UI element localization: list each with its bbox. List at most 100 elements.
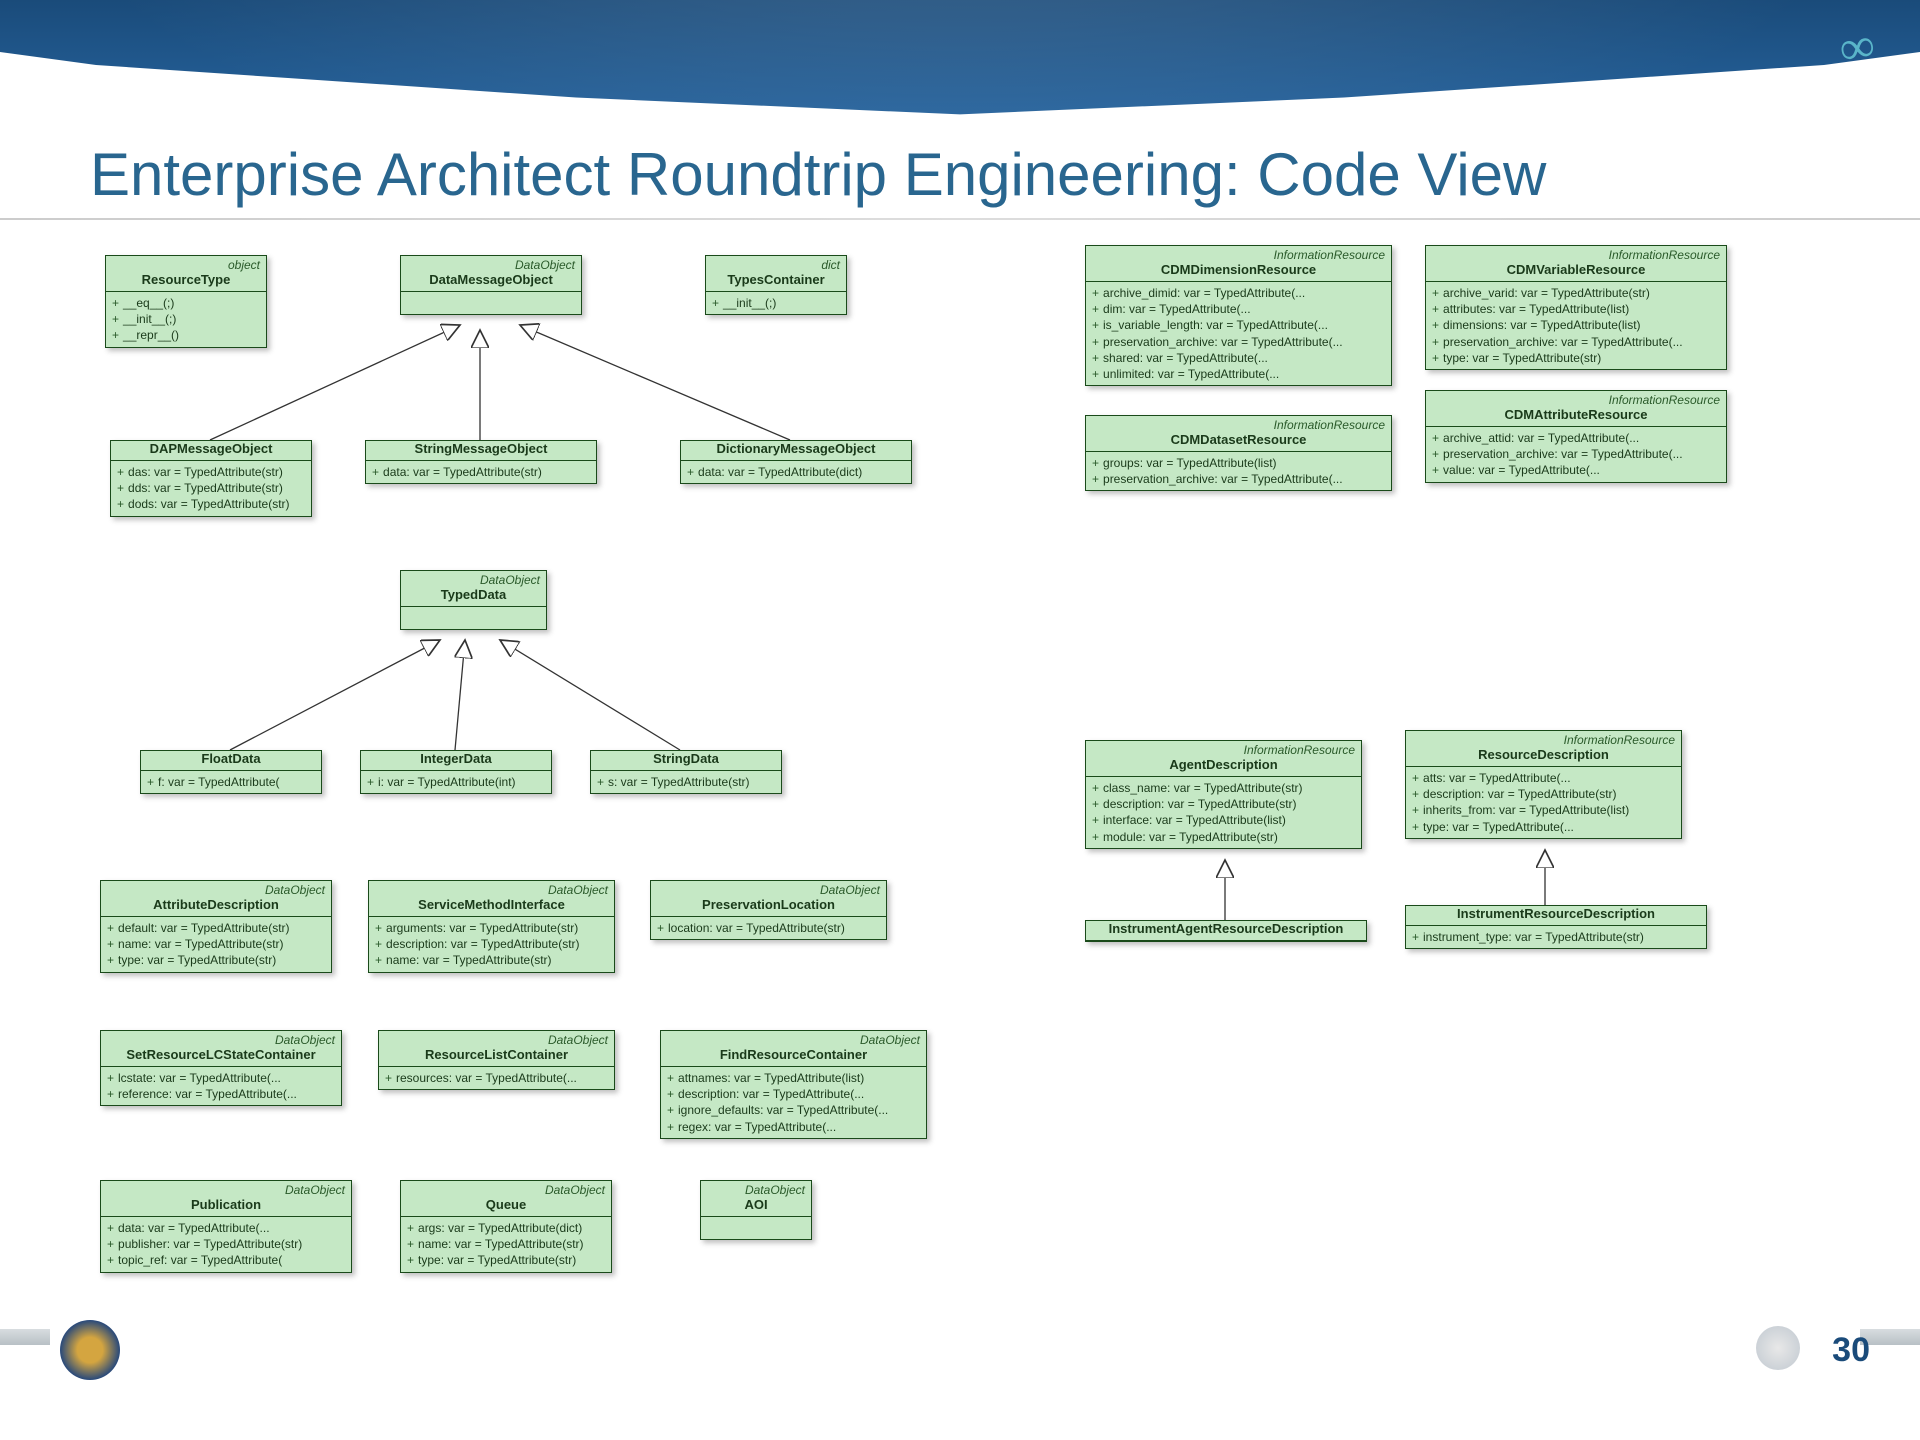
attributes: +i: var = TypedAttribute(int) — [361, 771, 551, 793]
uml-class-TypesContainer[interactable]: dictTypesContainer+__init__(;) — [705, 255, 847, 315]
title-underline — [0, 218, 1920, 220]
attributes: +__init__(;) — [706, 292, 846, 314]
stereotype: DataObject — [661, 1031, 926, 1047]
uml-class-CDMVariableResource[interactable]: InformationResourceCDMVariableResource+a… — [1425, 245, 1727, 370]
seal-icon — [60, 1320, 120, 1380]
class-name: CDMAttributeResource — [1426, 407, 1726, 427]
attributes: +f: var = TypedAttribute( — [141, 771, 321, 793]
uml-class-SetResourceLCStateContainer[interactable]: DataObjectSetResourceLCStateContainer+lc… — [100, 1030, 342, 1106]
class-name: ResourceDescription — [1406, 747, 1681, 767]
uml-class-TypedData[interactable]: DataObjectTypedData — [400, 570, 547, 630]
class-name: TypesContainer — [706, 272, 846, 292]
uml-class-AttributeDescription[interactable]: DataObjectAttributeDescription+default: … — [100, 880, 332, 973]
stereotype: DataObject — [379, 1031, 614, 1047]
class-name: FloatData — [141, 751, 321, 771]
class-name: ServiceMethodInterface — [369, 897, 614, 917]
uml-class-ResourceListContainer[interactable]: DataObjectResourceListContainer+resource… — [378, 1030, 615, 1090]
class-name: Queue — [401, 1197, 611, 1217]
stereotype: DataObject — [401, 256, 581, 272]
class-name: AttributeDescription — [101, 897, 331, 917]
stereotype: InformationResource — [1426, 391, 1726, 407]
class-name: Publication — [101, 1197, 351, 1217]
stereotype: object — [106, 256, 266, 272]
stereotype: DataObject — [369, 881, 614, 897]
stereotype: DataObject — [101, 881, 331, 897]
class-name: CDMDimensionResource — [1086, 262, 1391, 282]
stereotype: DataObject — [101, 1031, 341, 1047]
uml-class-IntegerData[interactable]: IntegerData+i: var = TypedAttribute(int) — [360, 750, 552, 794]
class-name: AOI — [701, 1197, 811, 1217]
class-name: SetResourceLCStateContainer — [101, 1047, 341, 1067]
class-name: InstrumentResourceDescription — [1406, 906, 1706, 926]
attributes: +arguments: var = TypedAttribute(str)+de… — [369, 917, 614, 972]
uml-class-CDMDimensionResource[interactable]: InformationResourceCDMDimensionResource+… — [1085, 245, 1392, 386]
attributes: +data: var = TypedAttribute(...+publishe… — [101, 1217, 351, 1272]
class-name: StringMessageObject — [366, 441, 596, 461]
stereotype: InformationResource — [1086, 741, 1361, 757]
attributes — [401, 292, 581, 314]
attributes: +data: var = TypedAttribute(str) — [366, 461, 596, 483]
class-name: InstrumentAgentResourceDescription — [1086, 921, 1366, 941]
uml-class-AOI[interactable]: DataObjectAOI — [700, 1180, 812, 1240]
attributes: +archive_dimid: var = TypedAttribute(...… — [1086, 282, 1391, 385]
uml-class-DictionaryMessageObject[interactable]: DictionaryMessageObject+data: var = Type… — [680, 440, 912, 484]
uml-class-DataMessageObject[interactable]: DataObjectDataMessageObject — [400, 255, 582, 315]
uml-class-ResourceType[interactable]: objectResourceType+__eq__(;)+__init__(;)… — [105, 255, 267, 348]
stereotype: DataObject — [651, 881, 886, 897]
logo: ∞ — [1840, 20, 1870, 75]
class-name: CDMDatasetResource — [1086, 432, 1391, 452]
attributes: +default: var = TypedAttribute(str)+name… — [101, 917, 331, 972]
attributes: +resources: var = TypedAttribute(... — [379, 1067, 614, 1089]
stereotype: DataObject — [101, 1181, 351, 1197]
page-number: 30 — [1832, 1331, 1870, 1370]
attributes: +archive_attid: var = TypedAttribute(...… — [1426, 427, 1726, 482]
uml-class-InstrumentAgentResourceDescription[interactable]: InstrumentAgentResourceDescription — [1085, 920, 1367, 942]
stereotype: DataObject — [401, 571, 546, 587]
class-name: DataMessageObject — [401, 272, 581, 292]
uml-class-CDMAttributeResource[interactable]: InformationResourceCDMAttributeResource+… — [1425, 390, 1727, 483]
uml-class-ServiceMethodInterface[interactable]: DataObjectServiceMethodInterface+argumen… — [368, 880, 615, 973]
attributes: +lcstate: var = TypedAttribute(...+refer… — [101, 1067, 341, 1105]
class-name: PreservationLocation — [651, 897, 886, 917]
class-name: ResourceType — [106, 272, 266, 292]
class-name: AgentDescription — [1086, 757, 1361, 777]
uml-class-PreservationLocation[interactable]: DataObjectPreservationLocation+location:… — [650, 880, 887, 940]
uml-class-ResourceDescription[interactable]: InformationResourceResourceDescription+a… — [1405, 730, 1682, 839]
uml-class-AgentDescription[interactable]: InformationResourceAgentDescription+clas… — [1085, 740, 1362, 849]
class-name: StringData — [591, 751, 781, 771]
class-name: ResourceListContainer — [379, 1047, 614, 1067]
class-name: DictionaryMessageObject — [681, 441, 911, 461]
uml-class-Publication[interactable]: DataObjectPublication+data: var = TypedA… — [100, 1180, 352, 1273]
diagram-canvas: objectResourceType+__eq__(;)+__init__(;)… — [0, 240, 1920, 1420]
uml-class-StringMessageObject[interactable]: StringMessageObject+data: var = TypedAtt… — [365, 440, 597, 484]
footer-bar-left — [0, 1329, 50, 1345]
attributes: +class_name: var = TypedAttribute(str)+d… — [1086, 777, 1361, 848]
attributes: +s: var = TypedAttribute(str) — [591, 771, 781, 793]
attributes: +das: var = TypedAttribute(str)+dds: var… — [111, 461, 311, 516]
page-title: Enterprise Architect Roundtrip Engineeri… — [90, 140, 1546, 209]
uml-class-FloatData[interactable]: FloatData+f: var = TypedAttribute( — [140, 750, 322, 794]
stereotype: InformationResource — [1086, 416, 1391, 432]
class-name: FindResourceContainer — [661, 1047, 926, 1067]
stereotype: InformationResource — [1086, 246, 1391, 262]
uml-class-DAPMessageObject[interactable]: DAPMessageObject+das: var = TypedAttribu… — [110, 440, 312, 517]
uml-class-Queue[interactable]: DataObjectQueue+args: var = TypedAttribu… — [400, 1180, 612, 1273]
attributes — [401, 607, 546, 629]
attributes: +groups: var = TypedAttribute(list)+pres… — [1086, 452, 1391, 490]
attributes: +atts: var = TypedAttribute(...+descript… — [1406, 767, 1681, 838]
attributes — [701, 1217, 811, 1239]
uml-class-FindResourceContainer[interactable]: DataObjectFindResourceContainer+attnames… — [660, 1030, 927, 1139]
uml-class-StringData[interactable]: StringData+s: var = TypedAttribute(str) — [590, 750, 782, 794]
attributes: +instrument_type: var = TypedAttribute(s… — [1406, 926, 1706, 948]
badge-icon — [1756, 1326, 1800, 1370]
attributes: +attnames: var = TypedAttribute(list)+de… — [661, 1067, 926, 1138]
uml-class-CDMDatasetResource[interactable]: InformationResourceCDMDatasetResource+gr… — [1085, 415, 1392, 491]
uml-class-InstrumentResourceDescription[interactable]: InstrumentResourceDescription+instrument… — [1405, 905, 1707, 949]
attributes: +data: var = TypedAttribute(dict) — [681, 461, 911, 483]
attributes: +location: var = TypedAttribute(str) — [651, 917, 886, 939]
class-name: IntegerData — [361, 751, 551, 771]
stereotype: dict — [706, 256, 846, 272]
stereotype: DataObject — [701, 1181, 811, 1197]
class-name: DAPMessageObject — [111, 441, 311, 461]
stereotype: InformationResource — [1426, 246, 1726, 262]
